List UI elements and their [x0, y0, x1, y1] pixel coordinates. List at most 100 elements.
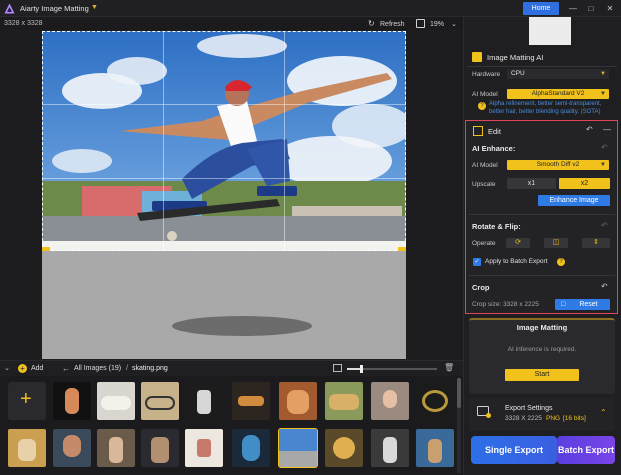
- gallery-thumbnail[interactable]: [97, 429, 135, 467]
- result-preview-thumbnail[interactable]: [529, 17, 571, 45]
- gallery-thumbnail[interactable]: [185, 429, 223, 467]
- divider: [469, 275, 615, 276]
- add-image-tile[interactable]: +: [8, 382, 46, 420]
- preview-image[interactable]: [42, 31, 406, 359]
- gallery-thumbnail[interactable]: [371, 429, 409, 467]
- export-size: 3328 X 2225: [505, 415, 542, 422]
- all-images-link[interactable]: All Images (19): [74, 365, 121, 372]
- hardware-dropdown[interactable]: CPU ▼: [507, 69, 609, 79]
- gallery-thumbnail-selected[interactable]: [278, 428, 318, 468]
- ai-model-label: AI Model: [472, 91, 498, 98]
- chevron-down-icon[interactable]: ▼: [91, 4, 98, 11]
- zoom-icon[interactable]: [416, 19, 425, 28]
- expand-up-icon[interactable]: ⌃: [600, 408, 607, 417]
- chevron-down-icon: ▼: [600, 91, 606, 97]
- gear-icon: [486, 413, 491, 418]
- gallery-thumbnail[interactable]: [141, 429, 179, 467]
- chevron-down-icon: ▼: [600, 71, 606, 77]
- thumbnail-size-slider[interactable]: [347, 365, 437, 373]
- ai-model-hint: Alpha refinement, better semi-transparen…: [489, 101, 602, 115]
- add-icon[interactable]: +: [18, 364, 27, 373]
- gallery-thumbnail[interactable]: [53, 429, 91, 467]
- enhance-image-button[interactable]: Enhance Image: [538, 195, 610, 206]
- breadcrumb-separator: /: [126, 365, 128, 372]
- zoom-chevron-icon[interactable]: ⌄: [451, 20, 457, 28]
- gallery-thumbnail[interactable]: [97, 382, 135, 420]
- zoom-level[interactable]: 19%: [430, 21, 444, 28]
- rotate-icon[interactable]: ⟳: [506, 238, 530, 248]
- back-arrow-icon[interactable]: ←: [62, 364, 70, 373]
- rotate-reset-icon[interactable]: ↶: [601, 221, 608, 230]
- export-bits: [16 bits]: [563, 415, 586, 422]
- add-button[interactable]: Add: [31, 365, 43, 372]
- single-export-button[interactable]: Single Export: [471, 436, 557, 464]
- start-button[interactable]: Start: [505, 369, 579, 381]
- title-bar: Aiarty Image Matting ▼ Home — □ ✕: [0, 0, 621, 17]
- matting-ai-header: Image Matting AI: [487, 53, 544, 62]
- image-size-icon: [333, 364, 342, 372]
- ai-model-dropdown[interactable]: AlphaStandard V2 ▼: [507, 89, 609, 99]
- ai-model-value: AlphaStandard V2: [531, 90, 585, 97]
- reset-button[interactable]: □ Reset: [555, 299, 610, 310]
- gallery-thumbnail[interactable]: [53, 382, 91, 420]
- app-logo-icon: [4, 3, 15, 14]
- ai-enhance-title: AI Enhance:: [472, 144, 516, 153]
- divider: [469, 214, 615, 215]
- edit-title: Edit: [488, 127, 501, 136]
- apply-batch-label[interactable]: Apply to Batch Export: [485, 258, 548, 265]
- gallery-thumbnail[interactable]: [185, 382, 223, 420]
- gallery-thumbnail[interactable]: [416, 429, 454, 467]
- plus-icon: +: [20, 388, 32, 410]
- close-icon[interactable]: ✕: [604, 3, 616, 14]
- upscale-x2-button[interactable]: x2: [559, 178, 610, 189]
- upscale-label: Upscale: [472, 181, 496, 188]
- gallery-toolbar: ⌄ + Add ← All Images (19) / skating.png …: [0, 360, 463, 376]
- flip-horizontal-icon[interactable]: ◫: [544, 238, 568, 248]
- crop-title: Crop: [472, 283, 490, 292]
- hardware-label: Hardware: [472, 71, 501, 78]
- gallery-thumbnail[interactable]: [325, 382, 363, 420]
- enhance-reset-icon[interactable]: ↶: [601, 143, 608, 152]
- flip-vertical-icon[interactable]: ⇕: [582, 238, 610, 248]
- gallery-thumbnail[interactable]: [371, 382, 409, 420]
- rotate-flip-title: Rotate & Flip:: [472, 222, 521, 231]
- matting-title: Image Matting: [516, 323, 568, 332]
- gallery-thumbnail[interactable]: [232, 382, 270, 420]
- gallery-thumbnail[interactable]: [279, 382, 317, 420]
- crop-undo-icon[interactable]: ↶: [601, 282, 608, 291]
- collapse-chevron-icon[interactable]: ⌄: [4, 364, 10, 372]
- matting-ai-icon: [472, 52, 482, 62]
- crop-handle[interactable]: [398, 247, 406, 251]
- crop-handle[interactable]: [42, 247, 50, 251]
- enhance-model-value: Smooth Diff v2: [536, 161, 580, 168]
- current-file-name: skating.png: [132, 365, 168, 372]
- collapse-icon[interactable]: —: [603, 125, 611, 134]
- refresh-icon[interactable]: ↻: [368, 19, 375, 28]
- gallery-thumbnail[interactable]: [232, 429, 270, 467]
- batch-export-button[interactable]: Batch Export: [557, 436, 615, 464]
- refresh-button[interactable]: Refresh: [380, 21, 405, 28]
- crop-frame[interactable]: [42, 31, 406, 251]
- trash-icon[interactable]: 🗑: [444, 363, 454, 372]
- export-settings-title: Export Settings: [505, 405, 553, 412]
- operate-label: Operate: [472, 240, 496, 247]
- matting-status: AI inference is required.: [507, 346, 577, 353]
- undo-icon[interactable]: ↶: [586, 125, 593, 134]
- divider: [467, 66, 617, 67]
- maximize-icon[interactable]: □: [585, 3, 597, 14]
- info-icon[interactable]: ?: [557, 258, 565, 266]
- gallery-thumbnail[interactable]: [141, 382, 179, 420]
- enhance-model-dropdown[interactable]: Smooth Diff v2 ▼: [507, 160, 609, 170]
- gallery-thumbnail[interactable]: [325, 429, 363, 467]
- minimize-icon[interactable]: —: [567, 3, 579, 14]
- export-format: PNG: [546, 415, 561, 422]
- gallery-thumbnail[interactable]: [8, 429, 46, 467]
- upscale-x1-button[interactable]: x1: [507, 178, 556, 189]
- home-button[interactable]: Home: [523, 2, 559, 15]
- gallery-scrollbar[interactable]: [457, 378, 461, 473]
- crop-icon: □: [561, 301, 566, 308]
- reset-label: Reset: [579, 301, 598, 308]
- apply-batch-checkbox[interactable]: ✓: [473, 258, 481, 266]
- info-icon[interactable]: ?: [478, 102, 486, 110]
- gallery-thumbnail[interactable]: [416, 382, 454, 420]
